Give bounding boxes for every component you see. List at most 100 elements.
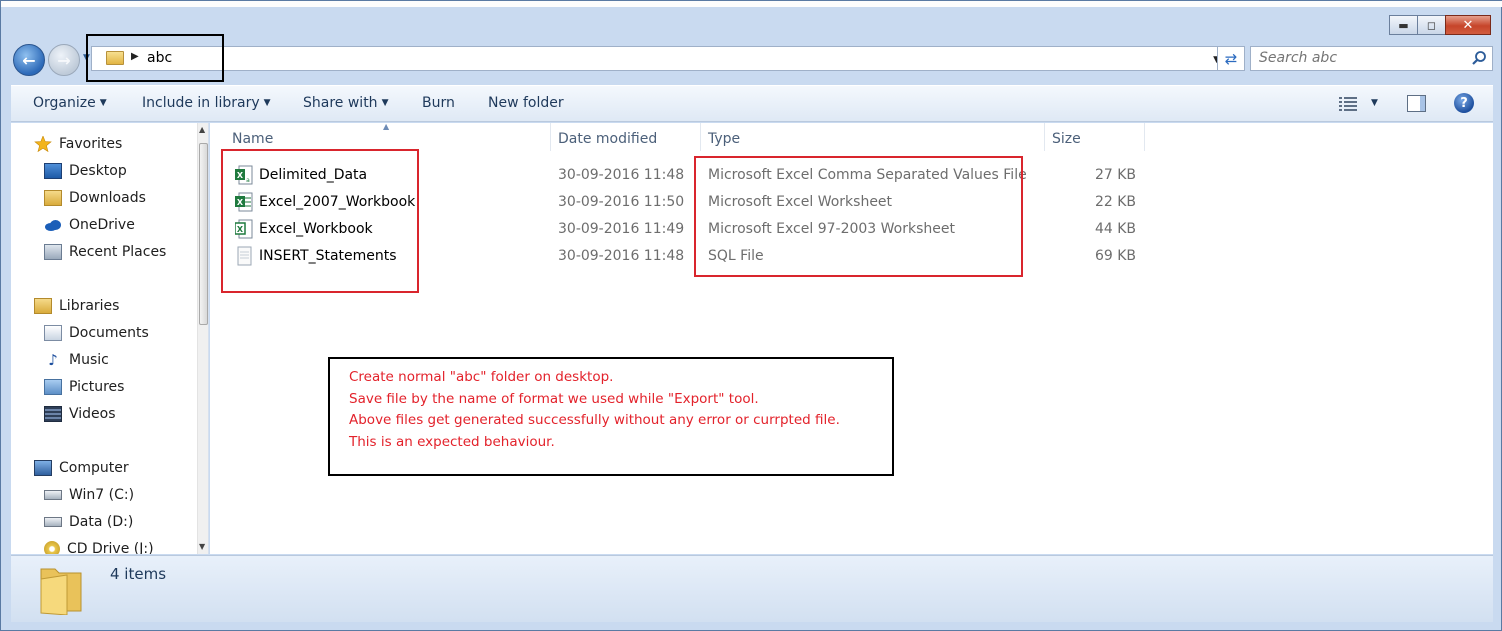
maximize-icon: ◻ — [1426, 18, 1437, 32]
file-size: 27 KB — [1094, 167, 1136, 183]
onedrive-icon — [45, 220, 61, 231]
refresh-button[interactable]: ⇄ — [1217, 46, 1245, 71]
file-size: 69 KB — [1094, 248, 1136, 264]
star-icon — [34, 136, 52, 152]
sidebar-item-label: OneDrive — [69, 217, 135, 233]
preview-pane-icon[interactable] — [1407, 95, 1426, 112]
pictures-icon — [44, 379, 62, 395]
sidebar-item-onedrive[interactable]: OneDrive — [44, 217, 135, 233]
sidebar-group-favorites[interactable]: Favorites — [34, 136, 122, 152]
sidebar-item-music[interactable]: ♪ Music — [44, 352, 109, 368]
folder-icon — [40, 568, 82, 615]
column-header-name[interactable]: Name — [232, 131, 273, 147]
sidebar-item-data-d[interactable]: Data (D:) — [44, 514, 133, 530]
file-date-modified: 30-09-2016 11:50 — [558, 194, 685, 210]
share-with-button[interactable]: Share with ▼ — [303, 95, 388, 111]
chevron-down-icon: ▼ — [99, 98, 107, 108]
file-date-modified: 30-09-2016 11:48 — [558, 167, 685, 183]
sidebar-item-win7-c[interactable]: Win7 (C:) — [44, 487, 134, 503]
minimize-icon: ▬ — [1398, 18, 1409, 32]
sidebar-group-label: Libraries — [59, 298, 120, 314]
sidebar-item-label: Downloads — [69, 190, 146, 206]
column-separator[interactable] — [1044, 123, 1045, 151]
close-button[interactable]: ✕ — [1445, 15, 1491, 35]
column-header-type[interactable]: Type — [708, 131, 740, 147]
sidebar-item-documents[interactable]: Documents — [44, 325, 149, 341]
share-with-label: Share with — [303, 95, 378, 111]
caption-buttons: ▬ ◻ ✕ — [1389, 15, 1491, 35]
back-button[interactable]: ← — [13, 44, 45, 76]
desktop-icon — [44, 163, 62, 179]
search-icon[interactable] — [1471, 50, 1487, 66]
computer-icon — [34, 460, 52, 476]
annotation-line: This is an expected behaviour. — [349, 434, 555, 451]
sidebar-item-label: CD Drive (J:) — [67, 541, 154, 554]
chevron-down-icon: ▼ — [381, 98, 389, 108]
search-box[interactable] — [1250, 46, 1493, 71]
include-in-library-button[interactable]: Include in library ▼ — [142, 95, 271, 111]
view-options-chevron-icon[interactable]: ▼ — [1371, 98, 1378, 108]
navigation-pane: Favorites Desktop Downloads OneDrive Rec… — [11, 123, 209, 554]
file-date-modified: 30-09-2016 11:48 — [558, 248, 685, 264]
cd-drive-icon — [44, 541, 60, 554]
search-input[interactable] — [1259, 50, 1459, 66]
command-toolbar: Organize ▼ Include in library ▼ Share with… — [11, 85, 1493, 122]
scrollbar-thumb[interactable] — [199, 143, 208, 325]
column-header-date-modified[interactable]: Date modified — [558, 131, 657, 147]
address-bar[interactable]: ▶ abc ▼ — [91, 46, 1227, 71]
scroll-up-icon[interactable]: ▲ — [199, 125, 205, 134]
sidebar-item-desktop[interactable]: Desktop — [44, 163, 127, 179]
sidebar-item-cd-drive-j[interactable]: CD Drive (J:) — [44, 541, 154, 554]
explorer-window: ▬ ◻ ✕ ← → ▼ ▶ abc ▼ ⇄ Organize▼ Include … — [0, 0, 1502, 631]
annotation-note: Create normal "abc" folder on desktop. S… — [328, 357, 894, 476]
column-header-size[interactable]: Size — [1052, 131, 1081, 147]
sidebar-item-videos[interactable]: Videos — [44, 406, 116, 422]
sort-ascending-icon: ▲ — [383, 122, 390, 131]
sidebar-group-label: Computer — [59, 460, 129, 476]
column-separator[interactable] — [1144, 123, 1145, 151]
drive-icon — [44, 490, 62, 500]
sidebar-item-label: Documents — [69, 325, 149, 341]
sidebar-item-pictures[interactable]: Pictures — [44, 379, 124, 395]
drive-icon — [44, 517, 62, 527]
new-folder-label: New folder — [488, 95, 564, 111]
help-icon[interactable]: ? — [1454, 93, 1474, 113]
item-count: 4 items — [110, 565, 167, 583]
column-separator[interactable] — [700, 123, 701, 151]
burn-button[interactable]: Burn — [422, 95, 455, 111]
address-highlight-box — [86, 34, 224, 82]
sidebar-item-label: Desktop — [69, 163, 127, 179]
chevron-down-icon: ▼ — [263, 98, 271, 108]
music-icon: ♪ — [48, 351, 58, 369]
forward-arrow-icon: → — [57, 50, 71, 70]
maximize-button[interactable]: ◻ — [1417, 15, 1446, 35]
minimize-button[interactable]: ▬ — [1389, 15, 1418, 35]
close-icon: ✕ — [1462, 17, 1474, 33]
navigation-scrollbar[interactable]: ▲ ▼ — [197, 123, 208, 554]
file-names-highlight-box — [221, 149, 419, 293]
annotation-line: Save file by the name of format we used … — [349, 390, 759, 407]
sidebar-item-label: Win7 (C:) — [69, 487, 135, 503]
file-list: ▲ Name Date modified Type Size X a Delim… — [210, 122, 1493, 554]
sidebar-item-label: Videos — [69, 406, 116, 422]
change-view-icon[interactable] — [1339, 96, 1357, 111]
sidebar-item-recent-places[interactable]: Recent Places — [44, 244, 166, 260]
forward-button[interactable]: → — [48, 44, 80, 76]
column-separator[interactable] — [550, 123, 551, 151]
file-types-highlight-box — [694, 156, 1023, 277]
organize-button[interactable]: Organize ▼ — [33, 95, 107, 111]
videos-icon — [44, 406, 62, 422]
burn-label: Burn — [422, 95, 455, 111]
sidebar-item-downloads[interactable]: Downloads — [44, 190, 146, 206]
sidebar-item-label: Data (D:) — [69, 514, 134, 530]
scroll-down-icon[interactable]: ▼ — [199, 542, 205, 551]
include-in-library-label: Include in library — [142, 95, 260, 111]
new-folder-button[interactable]: New folder — [488, 95, 564, 111]
sidebar-item-label: Recent Places — [69, 244, 167, 260]
sidebar-group-libraries[interactable]: Libraries — [34, 298, 119, 314]
organize-label: Organize — [33, 95, 96, 111]
file-date-modified: 30-09-2016 11:49 — [558, 221, 685, 237]
file-size: 44 KB — [1094, 221, 1136, 237]
sidebar-item-label: Music — [69, 352, 109, 368]
sidebar-group-computer[interactable]: Computer — [34, 460, 129, 476]
